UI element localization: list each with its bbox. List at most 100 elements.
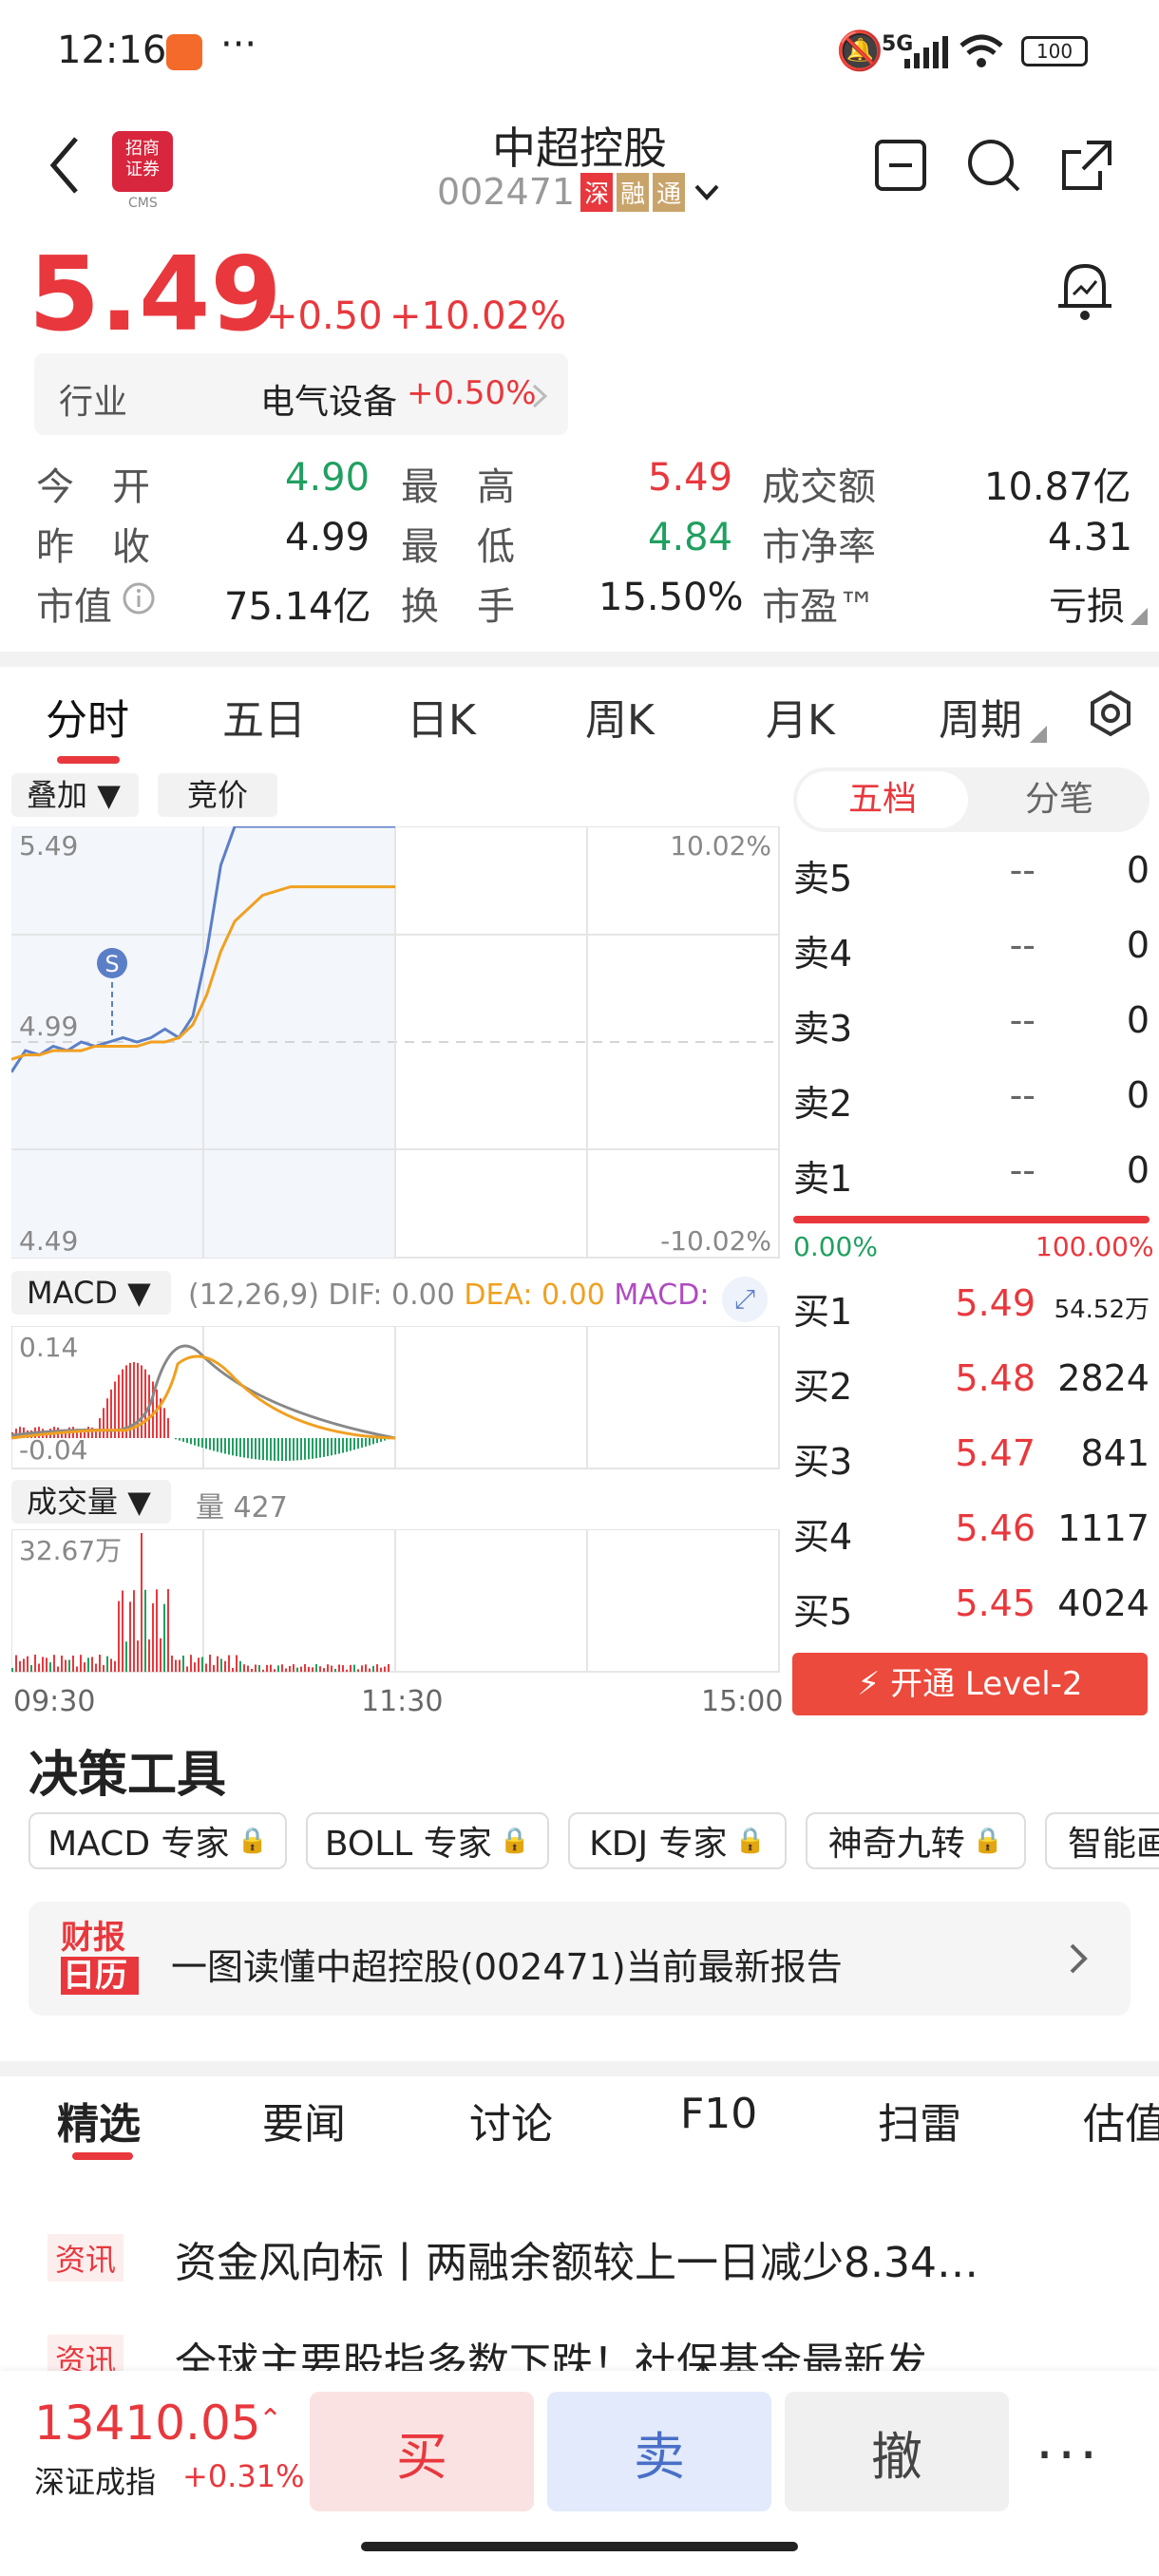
stat-label-open: 今 开 [36, 465, 150, 509]
volume-bar [304, 1664, 306, 1672]
tab-risk-scan[interactable]: 扫雷 [878, 2090, 961, 2150]
overlay-label: 叠加 [27, 777, 88, 813]
minus-square-icon[interactable] [874, 139, 927, 192]
tab-weekly-k[interactable]: 周K [585, 686, 655, 747]
chip-smart-draw[interactable]: 智能画 [1045, 1812, 1159, 1869]
tab-five-day[interactable]: 五日 [222, 686, 306, 747]
chip-magic-nine[interactable]: 神奇九转 🔒 [806, 1812, 1026, 1869]
expand-corner-icon[interactable] [1130, 608, 1148, 625]
macd-bar [365, 1438, 367, 1447]
volume-bar [388, 1664, 390, 1672]
tab-daily-k[interactable]: 日K [407, 686, 476, 747]
report-banner[interactable]: 财报 日历 一图读懂中超控股(002471)当前最新报告 [28, 1902, 1130, 2016]
volume-chart: 32.67万 [11, 1529, 780, 1673]
ask-row-5: 卖5 -- 0 [793, 849, 1150, 906]
volume-bar [156, 1589, 158, 1672]
macd-bar [182, 1438, 184, 1442]
macd-bar [163, 1408, 165, 1438]
ask-qty: 0 [1126, 1149, 1150, 1191]
chevron-right-icon [532, 384, 548, 408]
tab-headlines[interactable]: 要闻 [262, 2090, 346, 2150]
expand-icon[interactable]: ⤢ [722, 1277, 768, 1322]
more-icon[interactable]: ··· [1036, 2422, 1101, 2489]
macd-bar [331, 1438, 332, 1456]
stat-value-mktcap: 75.14亿 [224, 585, 371, 629]
axis-price-high: 5.49 [19, 830, 78, 862]
sell-button[interactable]: 卖 [547, 2392, 771, 2511]
level2-button[interactable]: ⚡ 开通 Level-2 [792, 1653, 1148, 1715]
overlay-button[interactable]: 叠加 ▼ [11, 773, 139, 817]
macd-dif: DIF: 0.00 [328, 1279, 455, 1312]
battery-icon: 100 [1021, 36, 1088, 66]
industry-label: 行业 [59, 383, 128, 422]
tab-featured[interactable]: 精选 [57, 2090, 141, 2150]
tab-five-levels[interactable]: 五档 [797, 771, 968, 828]
tab-period[interactable]: 周期 [939, 686, 1022, 747]
macd-bar [270, 1438, 272, 1461]
intraday-chart[interactable]: S 5.49 4.99 4.49 10.02% -10.02% [11, 826, 781, 1260]
volume-bar [346, 1669, 348, 1672]
volume-bar [30, 1664, 32, 1672]
more-dots-icon: ··· [220, 23, 257, 66]
auction-label: 竞价 [186, 777, 248, 813]
news-item[interactable]: 资讯 全球主要股指多数下跌！社保基金最新发… [0, 2323, 1159, 2371]
industry-row[interactable]: 行业 电气设备 +0.50% [34, 353, 568, 435]
macd-selector[interactable]: MACD ▼ [11, 1271, 171, 1315]
volume-bar [357, 1669, 359, 1672]
info-icon[interactable] [122, 581, 156, 616]
badge-tong: 通 [653, 172, 686, 212]
volume-bar [243, 1664, 245, 1672]
news-tab-indicator [72, 2152, 133, 2160]
volume-bar [19, 1660, 21, 1672]
news-item[interactable]: 资讯 资金风向标丨两融余额较上一日减少8.34… [0, 2223, 1159, 2295]
macd-bar [144, 1369, 146, 1438]
volume-selector[interactable]: 成交量 ▼ [11, 1480, 171, 1524]
search-icon[interactable] [965, 137, 1022, 194]
tab-five-levels-label: 五档 [847, 780, 917, 819]
tab-valuation[interactable]: 估值 [1083, 2090, 1159, 2150]
price-alert-icon[interactable] [1054, 258, 1115, 325]
buy-button[interactable]: 买 [310, 2392, 534, 2511]
volume-bar [87, 1657, 89, 1672]
bid-qty: 54.52万 [1054, 1296, 1150, 1324]
axis-price-low: 4.49 [19, 1225, 78, 1257]
volume-bar [110, 1658, 112, 1672]
news-tag: 资讯 [48, 2335, 124, 2371]
macd-bar [179, 1438, 180, 1441]
volume-bar [118, 1601, 120, 1672]
macd-bar [350, 1438, 352, 1451]
volume-bar [167, 1588, 169, 1672]
chevron-right-icon [1070, 1943, 1088, 1974]
macd-bar [274, 1438, 276, 1461]
tab-ticks[interactable]: 分笔 [974, 771, 1145, 828]
tab-discussion[interactable]: 讨论 [469, 2090, 553, 2150]
stock-code-row[interactable]: 002471 深 融 通 [437, 171, 721, 213]
share-icon[interactable] [1058, 137, 1115, 194]
chip-kdj-expert[interactable]: KDJ 专家 🔒 [568, 1812, 787, 1869]
macd-bar [141, 1365, 142, 1438]
index-ticker[interactable]: 13410.05 ⌃ 深证成指 +0.31% [34, 2396, 310, 2510]
auction-button[interactable]: 竞价 [158, 773, 277, 817]
macd-bar [228, 1438, 230, 1455]
volume-bar [365, 1664, 367, 1672]
stat-label-low: 最 低 [401, 525, 515, 569]
macd-bar [190, 1438, 192, 1445]
chip-boll-expert[interactable]: BOLL 专家 🔒 [306, 1812, 549, 1869]
volume-bar [175, 1659, 177, 1672]
volume-bar [68, 1659, 70, 1672]
tab-intraday[interactable]: 分时 [46, 686, 129, 747]
macd-bar [175, 1438, 177, 1440]
macd-bar [239, 1438, 241, 1457]
stat-label-mktcap: 市值 [36, 585, 112, 629]
ask-row-4: 卖4 -- 0 [793, 924, 1150, 981]
signal-icon [904, 36, 948, 68]
macd-bar [209, 1438, 211, 1450]
macd-bar [342, 1438, 344, 1453]
tab-monthly-k[interactable]: 月K [766, 686, 835, 747]
chart-settings-icon[interactable] [1087, 690, 1134, 737]
tab-f10[interactable]: F10 [680, 2090, 757, 2138]
lock-icon: 🔒 [734, 1827, 766, 1855]
cancel-button[interactable]: 撤 [785, 2392, 1009, 2511]
macd-bar [312, 1438, 314, 1459]
chip-macd-expert[interactable]: MACD 专家 🔒 [28, 1812, 287, 1869]
